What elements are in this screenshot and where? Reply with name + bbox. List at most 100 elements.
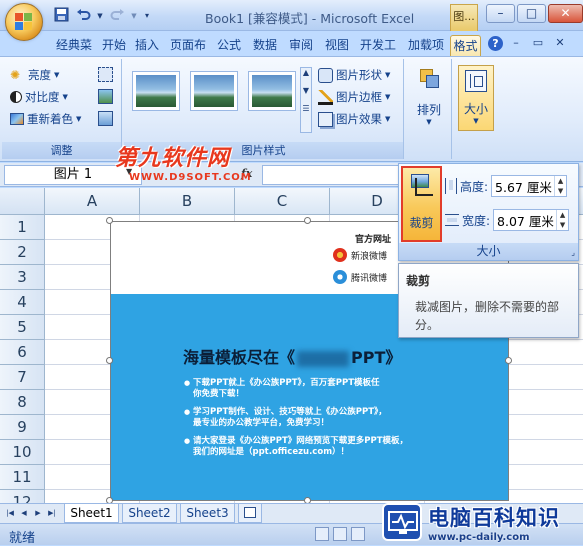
compress-icon — [98, 67, 113, 82]
crop-icon — [409, 172, 435, 198]
picture-tools-context-tab[interactable]: 图... — [450, 4, 478, 31]
pc-monitor-icon — [382, 503, 422, 541]
tab-add-ins[interactable]: 加载项 — [404, 35, 448, 56]
sheet-tab-1[interactable]: Sheet1 — [64, 504, 119, 523]
tab-data[interactable]: 数据 — [250, 35, 280, 56]
undo-icon[interactable] — [74, 7, 92, 25]
formula-input[interactable] — [262, 165, 402, 185]
insert-sheet-button[interactable] — [238, 504, 262, 523]
picture-shape-button[interactable]: 图片形状 ▼ — [318, 67, 390, 83]
quick-access-toolbar: ▼ ▼ ▾ — [52, 6, 152, 26]
picture-weibo-sina: 新浪微博 — [333, 248, 387, 262]
ribbon-minimize-icon[interactable]: – — [507, 35, 525, 51]
tab-developer[interactable]: 开发工 — [356, 35, 400, 56]
row-header[interactable]: 2 — [0, 240, 45, 265]
gallery-scroll[interactable]: ▲ ▼ ☰ — [300, 67, 312, 133]
contrast-button[interactable]: 对比度 ▼ — [10, 89, 68, 105]
picture-effects-button[interactable]: 图片效果 ▼ — [318, 111, 390, 127]
column-header-b[interactable]: B — [140, 188, 235, 215]
undo-dropdown-icon[interactable]: ▼ — [96, 7, 104, 25]
picture-style-1[interactable] — [132, 71, 180, 111]
tab-formulas[interactable]: 公式 — [214, 35, 244, 56]
resize-handle[interactable] — [304, 217, 311, 224]
arrange-button[interactable]: 排列 ▼ — [412, 67, 446, 126]
sheet-tab-3[interactable]: Sheet3 — [180, 504, 235, 523]
office-button[interactable] — [5, 3, 43, 41]
crop-button[interactable]: 裁剪 — [401, 166, 442, 242]
next-sheet-icon[interactable]: ▶ — [32, 507, 44, 520]
tab-home[interactable]: 开始 — [99, 35, 129, 56]
window-controls: – □ ✕ — [486, 4, 583, 23]
resize-handle[interactable] — [505, 357, 512, 364]
row-header[interactable]: 4 — [0, 290, 45, 315]
size-dialog-launcher-icon[interactable]: ⌟ — [571, 248, 575, 257]
page-break-view-icon[interactable] — [351, 527, 365, 541]
brightness-icon: ✺ — [10, 67, 21, 82]
row-header[interactable]: 12 — [0, 490, 45, 503]
group-size: 大小 ▼ — [454, 59, 500, 159]
close-button[interactable]: ✕ — [548, 4, 583, 23]
row-header[interactable]: 9 — [0, 415, 45, 440]
size-button[interactable]: 大小 ▼ — [458, 65, 494, 131]
resize-handle[interactable] — [106, 217, 113, 224]
picture-border-button[interactable]: 图片边框 ▼ — [318, 89, 390, 105]
row-header[interactable]: 6 — [0, 340, 45, 365]
redo-dropdown-icon[interactable]: ▼ — [130, 7, 138, 25]
page-layout-view-icon[interactable] — [333, 527, 347, 541]
select-all-corner[interactable] — [0, 188, 45, 215]
sheet-tab-2[interactable]: Sheet2 — [122, 504, 177, 523]
tab-classic-menu[interactable]: 经典菜 — [52, 35, 96, 56]
height-icon — [445, 178, 457, 194]
customize-qat-icon[interactable]: ▾ — [142, 7, 152, 25]
height-label: 高度: — [460, 179, 489, 194]
tab-format[interactable]: 格式 — [450, 35, 481, 56]
width-spin-arrows[interactable]: ▲ ▼ — [556, 210, 568, 230]
restore-icon[interactable]: ▭ — [529, 35, 547, 51]
help-icon[interactable]: ? — [488, 35, 503, 51]
ribbon-help-controls: ? – ▭ ✕ — [488, 35, 569, 51]
crop-label: 裁剪 — [409, 216, 434, 230]
row-header[interactable]: 1 — [0, 215, 45, 240]
first-sheet-icon[interactable]: |◀ — [4, 507, 16, 520]
row-header[interactable]: 10 — [0, 440, 45, 465]
picture-shape-label: 图片形状 — [336, 68, 382, 82]
minimize-button[interactable]: – — [486, 4, 515, 23]
brightness-button[interactable]: ✺ 亮度 ▼ — [10, 67, 59, 83]
column-header-a[interactable]: A — [45, 188, 140, 215]
picture-headline: 海量模板尽在《 PPT》 — [183, 348, 402, 367]
close-workbook-icon[interactable]: ✕ — [551, 35, 569, 51]
reset-picture-button[interactable] — [98, 111, 113, 126]
weibo-icon — [333, 248, 347, 262]
width-spinner[interactable]: 8.07 厘米 ▲ ▼ — [493, 209, 570, 231]
maximize-button[interactable]: □ — [517, 4, 546, 23]
recolor-button[interactable]: 重新着色 ▼ — [10, 111, 81, 127]
row-header[interactable]: 3 — [0, 265, 45, 290]
picture-weibo-tencent: 腾讯微博 — [333, 270, 387, 284]
brand-name: 电脑百科知识 — [428, 505, 560, 530]
redo-icon[interactable] — [108, 7, 126, 25]
tab-view[interactable]: 视图 — [322, 35, 352, 56]
compress-pictures-button[interactable] — [98, 67, 113, 82]
height-spinner[interactable]: 5.67 厘米 ▲ ▼ — [491, 175, 568, 197]
row-header[interactable]: 7 — [0, 365, 45, 390]
tab-review[interactable]: 审阅 — [286, 35, 316, 56]
row-header[interactable]: 5 — [0, 315, 45, 340]
picture-style-2[interactable] — [190, 71, 238, 111]
height-spin-arrows[interactable]: ▲ ▼ — [554, 176, 566, 196]
row-header[interactable]: 8 — [0, 390, 45, 415]
prev-sheet-icon[interactable]: ◀ — [18, 507, 30, 520]
change-picture-button[interactable] — [98, 89, 113, 104]
column-header-c[interactable]: C — [235, 188, 330, 215]
brightness-label: 亮度 — [28, 68, 51, 82]
tab-page-layout[interactable]: 页面布 — [166, 35, 210, 56]
save-icon[interactable] — [52, 7, 70, 25]
watermark-title: 第九软件网 — [115, 146, 231, 171]
normal-view-icon[interactable] — [315, 527, 329, 541]
tab-insert[interactable]: 插入 — [132, 35, 162, 56]
resize-handle[interactable] — [106, 357, 113, 364]
site-watermark: 第九软件网 WWW.D9SOFT.COM — [115, 140, 252, 183]
picture-style-3[interactable] — [248, 71, 296, 111]
row-header[interactable]: 11 — [0, 465, 45, 490]
recolor-label: 重新着色 — [27, 112, 73, 126]
last-sheet-icon[interactable]: ▶| — [46, 507, 58, 520]
